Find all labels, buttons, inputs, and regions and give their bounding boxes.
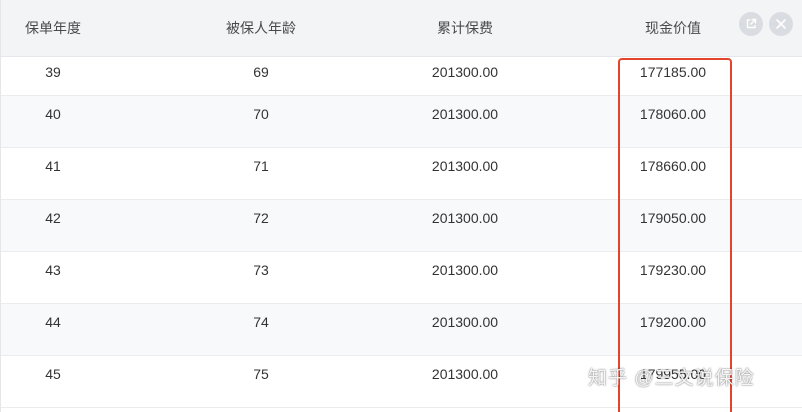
cell-policy-year: 40 — [45, 106, 61, 122]
table-row: 40 70 201300.00 178060.00 — [1, 96, 802, 148]
cash-value-table-panel: 保单年度 被保人年龄 累计保费 现金价值 39 69 201300.00 177… — [0, 0, 802, 412]
cell-cash-value: 179200.00 — [639, 314, 707, 330]
cell-cumulative-premium: 201300.00 — [431, 210, 499, 226]
cell-cumulative-premium: 201300.00 — [431, 314, 499, 330]
close-button[interactable] — [769, 12, 793, 36]
cell-insured-age: 73 — [253, 262, 269, 278]
cell-cumulative-premium: 201300.00 — [431, 262, 499, 278]
cell-cash-value: 178660.00 — [639, 158, 707, 174]
cell-cumulative-premium: 201300.00 — [431, 158, 499, 174]
cell-cash-value: 179050.00 — [639, 210, 707, 226]
table-row: 39 69 201300.00 177185.00 — [1, 56, 802, 96]
watermark: 知乎 @三文说保险 — [588, 368, 755, 389]
table-header: 保单年度 被保人年龄 累计保费 现金价值 — [1, 0, 802, 57]
table-row: 44 74 201300.00 179200.00 — [1, 304, 802, 356]
cell-policy-year: 45 — [45, 366, 61, 382]
cell-cash-value: 179230.00 — [639, 262, 707, 278]
cell-cumulative-premium: 201300.00 — [431, 106, 499, 122]
cell-cumulative-premium: 201300.00 — [431, 366, 499, 382]
close-icon — [776, 19, 786, 29]
column-header-insured-age[interactable]: 被保人年龄 — [161, 0, 361, 56]
cell-insured-age: 72 — [253, 210, 269, 226]
column-header-policy-year[interactable]: 保单年度 — [1, 0, 105, 56]
cell-insured-age: 70 — [253, 106, 269, 122]
cell-policy-year: 41 — [45, 158, 61, 174]
cell-insured-age: 74 — [253, 314, 269, 330]
table-row: 41 71 201300.00 178660.00 — [1, 148, 802, 200]
table-row: 42 72 201300.00 179050.00 — [1, 200, 802, 252]
expand-button[interactable] — [739, 12, 763, 36]
cell-insured-age: 71 — [253, 158, 269, 174]
external-link-icon — [746, 18, 757, 29]
cell-policy-year: 42 — [45, 210, 61, 226]
table-row: 43 73 201300.00 179230.00 — [1, 252, 802, 304]
column-header-cumulative-premium[interactable]: 累计保费 — [365, 0, 565, 56]
cell-insured-age: 75 — [253, 366, 269, 382]
cell-policy-year: 43 — [45, 262, 61, 278]
cell-cash-value: 178060.00 — [639, 106, 707, 122]
cell-policy-year: 44 — [45, 314, 61, 330]
